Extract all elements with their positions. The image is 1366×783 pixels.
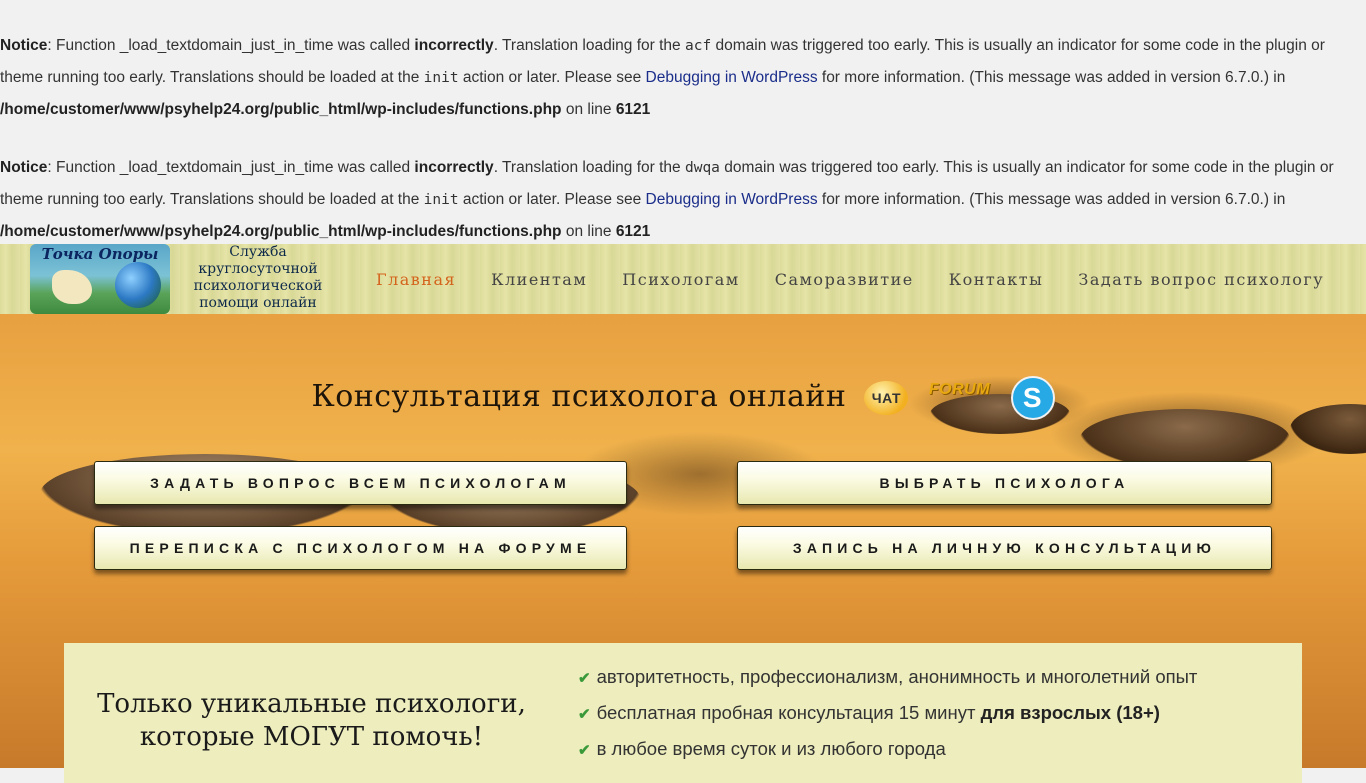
notice-text: action or later. Please see [458, 69, 646, 86]
notice-bold: incorrectly [414, 159, 494, 176]
notice-label: Notice [0, 37, 48, 54]
choose-psychologist-button[interactable]: ВЫБРАТЬ ПСИХОЛОГА [737, 461, 1272, 505]
notice-text: . Translation loading for the [493, 37, 685, 54]
notice-text: for more information. (This message was … [817, 191, 1286, 208]
notice-path: /home/customer/www/psyhelp24.org/public_… [0, 101, 562, 118]
panel-title: Только уникальные психологи, которые МОГ… [97, 689, 526, 752]
feature-text: авторитетность, профессионализм, анонимн… [596, 666, 1198, 687]
main-nav: Главная Клиентам Психологам Саморазвитие… [362, 244, 1345, 314]
features-panel: Только уникальные психологи, которые МОГ… [64, 643, 1302, 783]
nav-item-home[interactable]: Главная [362, 270, 477, 289]
service-tagline: Служба круглосуточной психологической по… [193, 244, 323, 311]
notice-path: /home/customer/www/psyhelp24.org/public_… [0, 223, 562, 240]
skype-icon[interactable]: S [1010, 376, 1055, 420]
ask-all-psychologists-button[interactable]: ЗАДАТЬ ВОПРОС ВСЕМ ПСИХОЛОГАМ [94, 461, 627, 505]
chat-icon[interactable]: ЧАТ [864, 381, 909, 415]
feature-item: ✔ в любое время суток и из любого города [578, 735, 1197, 771]
notice-text: . Translation loading for the [493, 159, 685, 176]
notice-line: 6121 [615, 223, 651, 240]
php-notice-dwqa: Notice: Function _load_textdomain_just_i… [0, 152, 1366, 247]
debugging-link[interactable]: Debugging in WordPress [646, 69, 818, 86]
site-logo[interactable]: Точка Опоры [30, 244, 170, 314]
notice-code: acf [684, 38, 712, 54]
notice-code: init [423, 192, 459, 208]
notice-bold: incorrectly [414, 37, 494, 54]
forum-icon[interactable]: FORUM [926, 378, 992, 418]
notice-text: for more information. (This message was … [817, 69, 1286, 86]
logo-figure-icon [52, 270, 92, 304]
forum-correspondence-button[interactable]: ПЕРЕПИСКА С ПСИХОЛОГОМ НА ФОРУМЕ [94, 526, 627, 570]
nav-item-clients[interactable]: Клиентам [477, 270, 608, 289]
hero-title: Консультация психолога онлайн ЧАТ FORUM … [0, 376, 1366, 420]
php-notice-acf: Notice: Function _load_textdomain_just_i… [0, 30, 1366, 125]
globe-icon [115, 262, 161, 308]
feature-item: ✔ авторитетность, профессионализм, аноним… [578, 663, 1197, 699]
notice-label: Notice [0, 159, 48, 176]
personal-consultation-button[interactable]: ЗАПИСЬ НА ЛИЧНУЮ КОНСУЛЬТАЦИЮ [737, 526, 1272, 570]
notice-line: 6121 [615, 101, 651, 118]
hero-title-text: Консультация психолога онлайн [311, 379, 847, 414]
notice-text: on line [561, 101, 616, 118]
feature-text: бесплатная пробная консультация 15 минут [596, 702, 981, 723]
nav-item-contacts[interactable]: Контакты [935, 270, 1065, 289]
notice-text: : Function _load_textdomain_just_in_time… [47, 159, 415, 176]
notice-code: dwqa [684, 160, 720, 176]
notice-text: on line [561, 223, 616, 240]
nav-item-psychologists[interactable]: Психологам [608, 270, 760, 289]
site-header: Точка Опоры Служба круглосуточной психол… [0, 244, 1366, 314]
check-icon: ✔ [578, 742, 591, 759]
notice-code: init [423, 70, 459, 86]
feature-text: в любое время суток и из любого города [596, 738, 946, 759]
notice-text: action or later. Please see [458, 191, 646, 208]
nav-item-self-development[interactable]: Саморазвитие [761, 270, 935, 289]
feature-item: ✔ бесплатная пробная консультация 15 мину… [578, 699, 1197, 735]
debugging-link[interactable]: Debugging in WordPress [646, 191, 818, 208]
check-icon: ✔ [578, 670, 591, 687]
nav-item-ask-question[interactable]: Задать вопрос психологу [1064, 270, 1345, 289]
notice-text: : Function _load_textdomain_just_in_time… [47, 37, 415, 54]
logo-title: Точка Опоры [41, 245, 159, 263]
features-list: ✔ авторитетность, профессионализм, аноним… [578, 663, 1197, 771]
check-icon: ✔ [578, 706, 591, 723]
feature-bold: для взрослых (18+) [980, 702, 1160, 723]
